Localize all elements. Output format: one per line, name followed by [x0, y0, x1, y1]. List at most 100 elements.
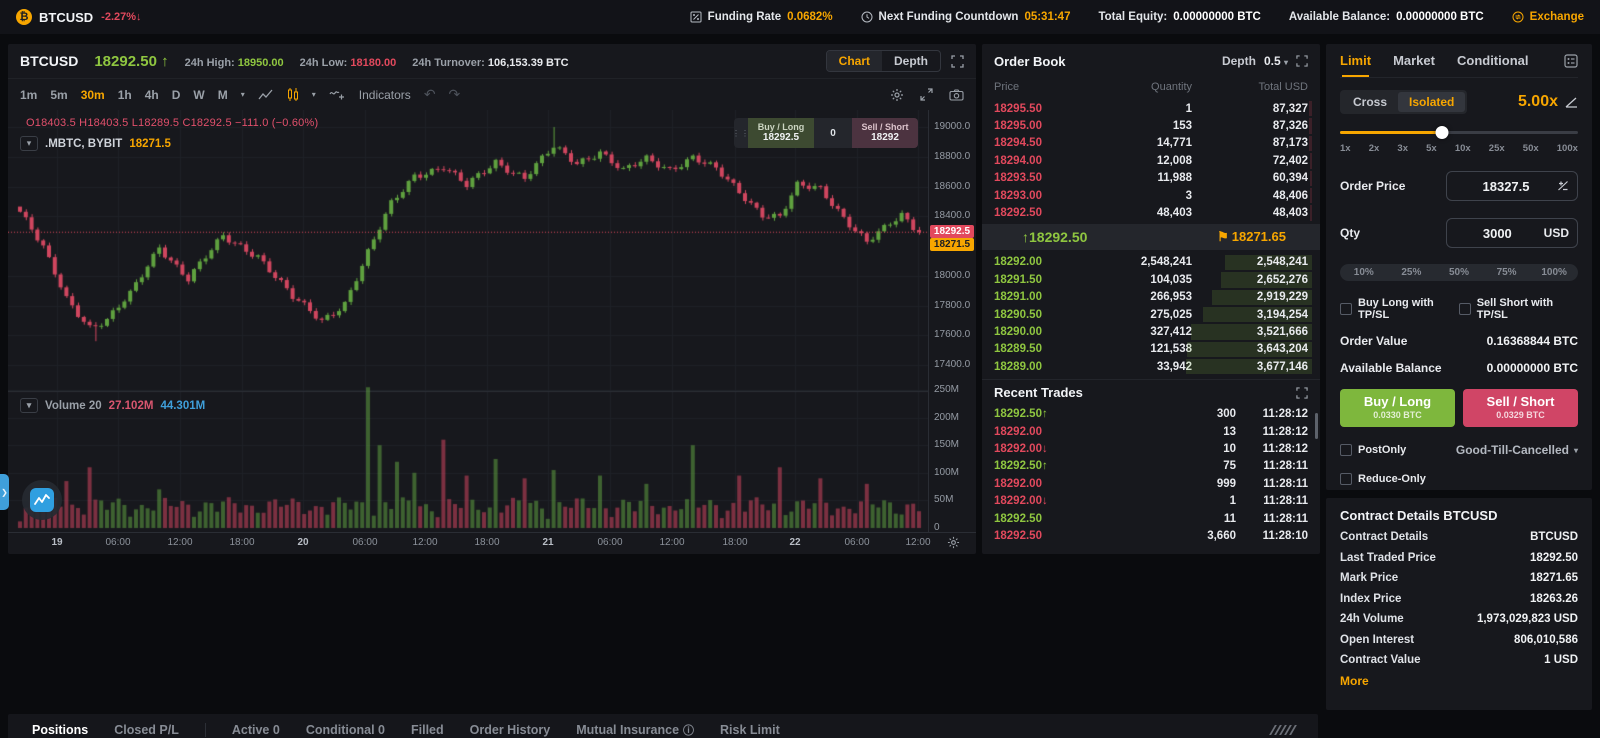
leverage-slider[interactable] — [1340, 126, 1578, 139]
leverage-mark-5x[interactable]: 5x — [1426, 143, 1437, 154]
qty-percent-50[interactable]: 50% — [1435, 264, 1483, 281]
qty-percent-75[interactable]: 75% — [1483, 264, 1531, 281]
axis-settings-icon[interactable] — [947, 536, 960, 549]
sell-short-button[interactable]: Sell / Short 0.0329 BTC — [1463, 389, 1578, 427]
trade-row[interactable]: 18292.00 13 11:28:12 — [982, 423, 1320, 440]
candle-style-icon[interactable] — [287, 87, 299, 102]
price-axis[interactable]: 19000.0 18800.0 18600.0 18400.0 18000.0 17800… — [928, 110, 976, 533]
sidebar-expand-tab[interactable]: ❯ — [0, 474, 9, 510]
tab-order-history[interactable]: Order History — [470, 715, 551, 738]
camera-icon[interactable] — [949, 88, 964, 101]
time-axis[interactable]: 19 06:00 12:00 18:00 20 06:00 12:00 18:00 21 06:0… — [8, 532, 976, 552]
line-chart-icon[interactable] — [258, 89, 274, 101]
bid-row[interactable]: 18291.00 266,953 2,919,229 — [982, 289, 1320, 306]
mark-price[interactable]: ⚑ 18271.65 — [1217, 229, 1286, 245]
margin-isolated[interactable]: Isolated — [1398, 92, 1466, 112]
interval-W[interactable]: W — [193, 88, 204, 102]
trade-row[interactable]: 18292.50↑ 75 11:28:11 — [982, 458, 1320, 475]
widget-buy-button[interactable]: Buy / Long 18292.5 — [748, 118, 814, 148]
tab-conditional-0[interactable]: Conditional 0 — [306, 715, 385, 738]
leverage-mark-100x[interactable]: 100x — [1557, 143, 1578, 154]
widget-sell-button[interactable]: Sell / Short 18292 — [852, 118, 918, 148]
panel-resize-handle[interactable] — [1269, 725, 1297, 735]
trade-row[interactable]: 18292.00 999 11:28:11 — [982, 475, 1320, 492]
indicators-icon[interactable] — [329, 88, 346, 101]
redo-icon[interactable]: ↷ — [449, 86, 461, 103]
orderbook-expand-icon[interactable] — [1296, 55, 1308, 67]
leverage-mark-3x[interactable]: 3x — [1397, 143, 1408, 154]
tab-filled[interactable]: Filled — [411, 715, 444, 738]
interval-1h[interactable]: 1h — [118, 88, 132, 102]
bid-row[interactable]: 18292.00 2,548,241 2,548,241 — [982, 254, 1320, 271]
interval-more-icon[interactable]: ▾ — [241, 90, 245, 99]
tab-conditional[interactable]: Conditional — [1457, 45, 1529, 76]
tab-market[interactable]: Market — [1393, 45, 1435, 76]
bid-row[interactable]: 18290.00 327,412 3,521,666 — [982, 323, 1320, 340]
interval-D[interactable]: D — [172, 88, 181, 102]
volume-collapse-icon[interactable]: ▾ — [20, 398, 38, 413]
bid-row[interactable]: 18289.50 121,538 3,643,204 — [982, 341, 1320, 358]
qty-input[interactable]: 3000 USD — [1446, 218, 1578, 248]
tab-chart-view[interactable]: Chart — [826, 51, 882, 71]
bid-row[interactable]: 18289.00 33,942 3,677,146 — [982, 358, 1320, 375]
ask-row[interactable]: 18295.50 1 87,327 — [982, 100, 1320, 117]
buy-tpsl-checkbox[interactable]: Buy Long with TP/SL — [1340, 297, 1459, 321]
post-only-checkbox[interactable]: PostOnly — [1340, 444, 1406, 456]
interval-M[interactable]: M — [218, 88, 228, 102]
tab-depth-view[interactable]: Depth — [882, 51, 940, 71]
topbar-symbol[interactable]: BTCUSD — [39, 10, 93, 25]
leverage-mark-1x[interactable]: 1x — [1340, 143, 1351, 154]
buy-long-button[interactable]: Buy / Long 0.0330 BTC — [1340, 389, 1455, 427]
order-presets-icon[interactable] — [1564, 53, 1578, 68]
tab-positions[interactable]: Positions — [32, 715, 88, 738]
ask-row[interactable]: 18293.50 11,988 60,394 — [982, 170, 1320, 187]
tab-active-0[interactable]: Active 0 — [232, 715, 280, 738]
candle-style-caret[interactable]: ▾ — [312, 90, 316, 99]
order-price-input[interactable]: 18327.5 — [1446, 171, 1578, 201]
leverage-mark-50x[interactable]: 50x — [1523, 143, 1539, 154]
interval-30m[interactable]: 30m — [81, 88, 105, 102]
interval-5m[interactable]: 5m — [50, 88, 67, 102]
chart-area[interactable]: O18403.5 H18403.5 L18289.5 C18292.5 −111… — [0, 110, 976, 533]
candlestick-canvas[interactable] — [8, 110, 928, 532]
ask-row[interactable]: 18294.00 12,008 72,402 — [982, 152, 1320, 169]
ask-row[interactable]: 18293.00 3 48,406 — [982, 187, 1320, 204]
ask-row[interactable]: 18294.50 14,771 87,173 — [982, 135, 1320, 152]
leverage-mark-25x[interactable]: 25x — [1489, 143, 1505, 154]
undo-icon[interactable]: ↶ — [424, 86, 436, 103]
last-price-toggle-icon[interactable] — [1557, 180, 1569, 192]
ask-row[interactable]: 18295.00 153 87,326 — [982, 117, 1320, 134]
trade-row[interactable]: 18292.00↓ 1 11:28:11 — [982, 492, 1320, 509]
interval-1m[interactable]: 1m — [20, 88, 37, 102]
qty-percent-10[interactable]: 10% — [1340, 264, 1388, 281]
tab-limit[interactable]: Limit — [1340, 45, 1371, 77]
qty-percent-25[interactable]: 25% — [1388, 264, 1436, 281]
tab-risk-limit[interactable]: Risk Limit — [720, 715, 780, 738]
widget-drag-handle[interactable]: ⋮⋮ — [734, 118, 749, 148]
depth-select[interactable]: 0.5 ▾ — [1264, 54, 1288, 68]
tab-mutual-insurance[interactable]: Mutual Insurance ⓘ — [576, 714, 694, 738]
bid-row[interactable]: 18291.50 104,035 2,652,276 — [982, 271, 1320, 288]
margin-cross[interactable]: Cross — [1342, 92, 1398, 112]
expand-panel-icon[interactable] — [951, 54, 964, 68]
mid-last-price[interactable]: ↑18292.50 — [1022, 229, 1087, 245]
fullscreen-icon[interactable] — [920, 88, 933, 101]
leverage-slider-knob[interactable] — [1435, 126, 1449, 139]
trade-row[interactable]: 18292.50↑ 300 11:28:12 — [982, 405, 1320, 422]
leverage-mark-2x[interactable]: 2x — [1369, 143, 1380, 154]
recent-trades-expand-icon[interactable] — [1296, 387, 1308, 399]
widget-qty[interactable]: 0 — [814, 118, 852, 148]
exchange-link[interactable]: Exchange — [1512, 11, 1584, 23]
time-in-force-select[interactable]: Good-Till-Cancelled ▾ — [1456, 443, 1578, 457]
sell-tpsl-checkbox[interactable]: Sell Short with TP/SL — [1458, 297, 1578, 321]
indicators-label[interactable]: Indicators — [359, 88, 411, 102]
symbol-collapse-icon[interactable]: ▾ — [20, 136, 38, 151]
trade-row[interactable]: 18292.50 3,660 11:28:10 — [982, 527, 1320, 544]
chart-settings-icon[interactable] — [890, 88, 904, 102]
qty-percent-100[interactable]: 100% — [1530, 264, 1578, 281]
trades-scrollbar[interactable] — [1315, 413, 1318, 440]
leverage-value[interactable]: 5.00x — [1518, 93, 1578, 111]
tab-closed-p-l[interactable]: Closed P/L — [114, 715, 179, 738]
more-link[interactable]: More — [1340, 674, 1578, 688]
leverage-edit-icon[interactable] — [1565, 97, 1578, 108]
